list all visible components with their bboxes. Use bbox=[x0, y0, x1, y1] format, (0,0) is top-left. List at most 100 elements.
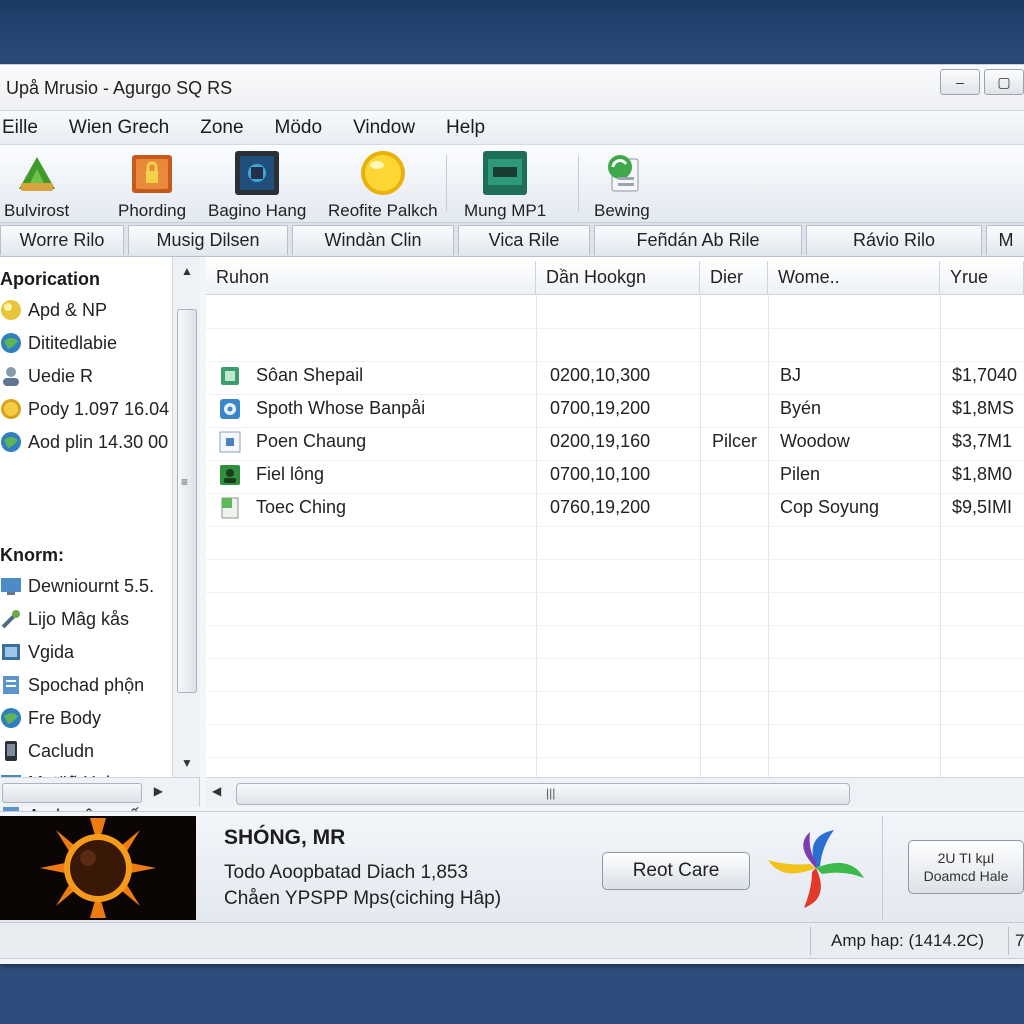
row-divider bbox=[206, 328, 1024, 329]
column-header-value[interactable]: Yrue bbox=[940, 261, 1024, 295]
tab-fendan-ab-rile[interactable]: Feñdán Ab Rile bbox=[594, 225, 802, 255]
row-dier bbox=[712, 359, 768, 392]
panel-separator bbox=[882, 816, 883, 920]
toolbar-button-bagino-hang[interactable]: Bagino Hang bbox=[208, 149, 306, 221]
sidebar-item[interactable]: Dititedlabie bbox=[0, 328, 117, 358]
sidebar-item[interactable]: Fre Body bbox=[0, 703, 101, 733]
sidebar-item[interactable]: Uedie R bbox=[0, 361, 93, 391]
menu-zone[interactable]: Zone bbox=[200, 117, 243, 139]
row-date: 0760,19,200 bbox=[550, 497, 651, 517]
toolbar-separator-2 bbox=[578, 155, 579, 211]
scroll-left-arrow-icon[interactable]: ◀ bbox=[212, 784, 221, 798]
sidebar-section-title: Aporication bbox=[0, 269, 101, 289]
menu-file[interactable]: Eille bbox=[2, 117, 38, 139]
row-wome: BJ bbox=[780, 365, 802, 385]
sidebar-item[interactable]: Pody 1.097 16.04 bbox=[0, 394, 169, 424]
scroll-up-arrow-icon[interactable]: ▲ bbox=[173, 259, 201, 283]
tab-vica-rile[interactable]: Vica Rile bbox=[458, 225, 590, 255]
blue-globe-icon bbox=[1, 708, 21, 728]
scrollbar-thumb[interactable] bbox=[236, 783, 850, 805]
column-header-wome[interactable]: Wome.. bbox=[768, 261, 940, 295]
sidebar-vertical-scrollbar[interactable]: ▲ ≡ ▼ bbox=[172, 257, 200, 777]
row-name: Fiel lông bbox=[256, 464, 325, 484]
yellow-sphere-icon bbox=[360, 151, 405, 195]
column-header-dier[interactable]: Dier bbox=[700, 261, 768, 295]
gold-coin-icon bbox=[1, 399, 21, 419]
tab-ravio-rilo[interactable]: Rávio Rilo bbox=[806, 225, 982, 255]
sidebar-item[interactable]: Spochad phộn bbox=[0, 670, 144, 700]
toolbar-button-phording[interactable]: Phording bbox=[118, 149, 186, 221]
sidebar-item[interactable]: Dewniournt 5.5. bbox=[0, 571, 154, 601]
window-icon bbox=[219, 431, 241, 452]
toolbar-button-mung-mp1[interactable]: Mung MP1 bbox=[464, 149, 546, 221]
menu-help[interactable]: Help bbox=[446, 117, 485, 139]
table-row[interactable]: Fiel lông 0700,10,100 Pilen $1,8M0 bbox=[206, 458, 1024, 491]
row-value: $3,7M1 bbox=[952, 431, 1013, 451]
table-row[interactable]: Poen Chaung 0200,19,160 Pilcer Woodow $3… bbox=[206, 425, 1024, 458]
sidebar: Aporication Apd & NP Dititedlabie Uedie … bbox=[0, 257, 200, 777]
row-value: $1,8MS bbox=[952, 398, 1015, 418]
row-value: $1,7040 bbox=[952, 365, 1018, 385]
tab-overflow[interactable]: M bbox=[986, 225, 1024, 255]
row-divider bbox=[206, 658, 1024, 659]
row-date: 0700,10,100 bbox=[550, 464, 651, 484]
row-date: 0200,10,300 bbox=[550, 365, 651, 385]
sidebar-item[interactable]: Apd & NP bbox=[0, 295, 107, 325]
row-wome: Woodow bbox=[780, 431, 850, 451]
column-header-date[interactable]: Dần Hookgn bbox=[536, 261, 700, 295]
toolbar-separator bbox=[446, 155, 447, 211]
maximize-button[interactable]: ▢ bbox=[984, 69, 1024, 95]
row-date: 0200,19,160 bbox=[550, 431, 651, 451]
row-name: Spoth Whose Banpåi bbox=[256, 398, 426, 418]
scrollbar-thumb[interactable] bbox=[2, 783, 142, 803]
file-list: Ruhon Dần Hookgn Dier Wome.. Yrue Sôan S… bbox=[206, 257, 1024, 777]
sidebar-item[interactable]: Lijo Mâg kås bbox=[0, 604, 129, 634]
table-row[interactable]: Toec Ching 0760,19,200 Cop Soyung $9,5IM… bbox=[206, 491, 1024, 524]
sidebar-item[interactable]: Vgida bbox=[0, 637, 74, 667]
app-window: Upå Mrusio - Agurgo SQ RS – ▢ Eille Wien… bbox=[0, 64, 1024, 964]
title-bar: Upå Mrusio - Agurgo SQ RS – ▢ bbox=[0, 65, 1024, 111]
row-divider bbox=[206, 526, 1024, 527]
tab-bar: Worre Rilo Musig Dilsen Windàn Clin Vica… bbox=[0, 223, 1024, 257]
table-row[interactable]: Sôan Shepail 0200,10,300 BJ $1,7040 bbox=[206, 359, 1024, 392]
status-bar: Amp hap: (1414.2C) 7 bbox=[0, 923, 1024, 959]
list-horizontal-scrollbar[interactable]: ◀ ||| bbox=[206, 777, 1024, 807]
sidebar-horizontal-scrollbar[interactable]: ▶ bbox=[0, 777, 200, 807]
row-wome: Byén bbox=[780, 398, 822, 418]
tab-windan-clin[interactable]: Windàn Clin bbox=[292, 225, 454, 255]
row-divider bbox=[206, 625, 1024, 626]
menu-window[interactable]: Vindow bbox=[353, 117, 415, 139]
tab-worre-rilo[interactable]: Worre Rilo bbox=[0, 225, 124, 255]
phone-icon bbox=[5, 741, 17, 761]
reot-care-button[interactable]: Reot Care bbox=[602, 852, 750, 890]
menu-mode[interactable]: Mödo bbox=[275, 117, 323, 139]
minimize-button[interactable]: – bbox=[940, 69, 980, 95]
sidebar-item[interactable]: Cacludn bbox=[0, 736, 94, 766]
row-wome: Cop Soyung bbox=[780, 497, 880, 517]
film-icon bbox=[2, 644, 20, 660]
row-divider bbox=[206, 592, 1024, 593]
yellow-globe-icon bbox=[1, 300, 21, 320]
sidebar-item[interactable]: Aod plin 14.30 00 bbox=[0, 427, 168, 457]
scroll-down-arrow-icon[interactable]: ▼ bbox=[173, 751, 201, 775]
row-dier bbox=[712, 458, 768, 491]
column-header-name[interactable]: Ruhon bbox=[206, 261, 536, 295]
grip-icon: ≡ bbox=[181, 475, 189, 489]
row-divider bbox=[206, 691, 1024, 692]
table-row[interactable]: Spoth Whose Banpåi 0700,19,200 Byén $1,8… bbox=[206, 392, 1024, 425]
scroll-right-arrow-icon[interactable]: ▶ bbox=[154, 784, 163, 798]
document-green-icon bbox=[221, 497, 239, 518]
tab-musig-dilsen[interactable]: Musig Dilsen bbox=[128, 225, 288, 255]
download-box-button[interactable]: 2U TI kµI Doamcd Hale bbox=[908, 840, 1024, 894]
toolbar-button-bewing[interactable]: Bewing bbox=[594, 149, 650, 221]
row-wome: Pilen bbox=[780, 464, 821, 484]
scrollbar-thumb[interactable] bbox=[177, 309, 197, 693]
menu-view[interactable]: Wien Grech bbox=[69, 117, 169, 139]
blue-globe-icon bbox=[1, 432, 21, 452]
toolbar-button-bulvirost[interactable]: Bulvirost bbox=[4, 149, 69, 221]
row-value: $1,8M0 bbox=[952, 464, 1013, 484]
status-amp: Amp hap: (1414.2C) bbox=[810, 927, 1006, 955]
toolbar-button-reofite-palkch[interactable]: Reofite Palkch bbox=[328, 149, 438, 221]
app-green-icon bbox=[221, 366, 239, 385]
row-name: Sôan Shepail bbox=[256, 365, 364, 385]
